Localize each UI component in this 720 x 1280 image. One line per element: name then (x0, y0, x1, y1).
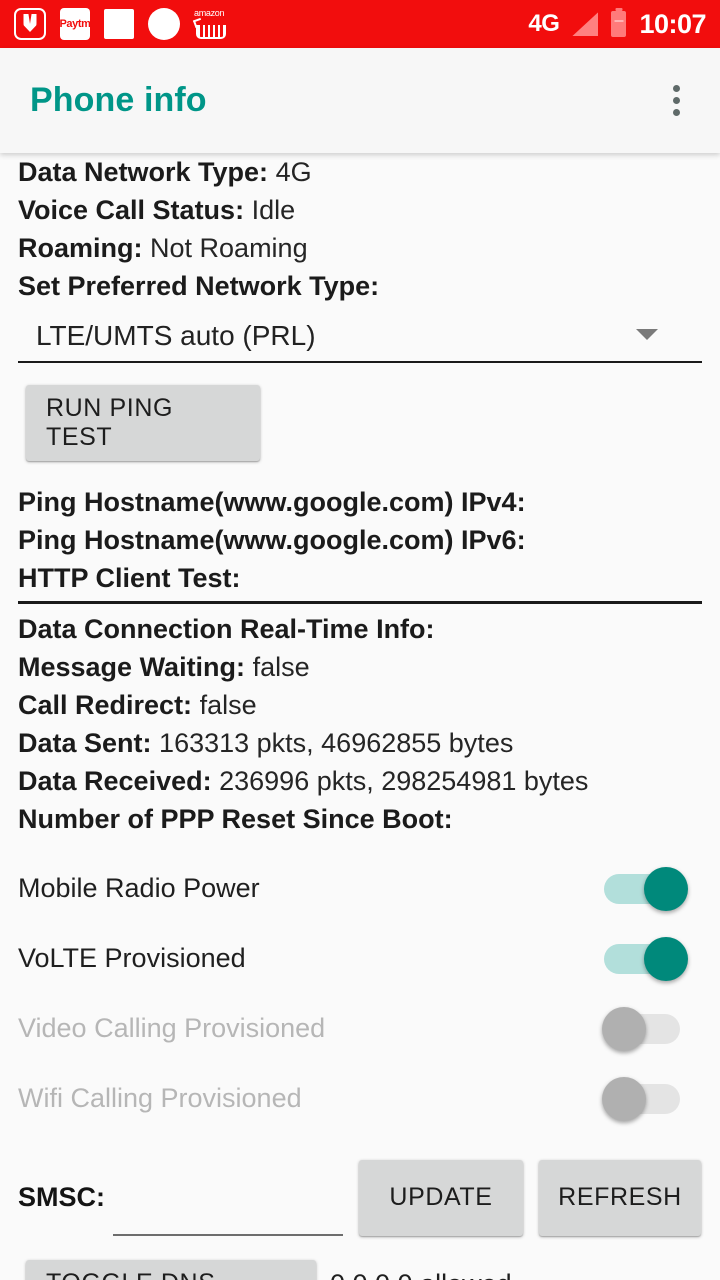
info-label: Ping Hostname(www.google.com) IPv6: (18, 525, 526, 555)
info-value: Not Roaming (150, 233, 308, 263)
info-label: Set Preferred Network Type: (18, 271, 380, 301)
run-ping-test-button[interactable]: RUN PING TEST (26, 385, 260, 461)
smsc-update-button[interactable]: UPDATE (359, 1159, 523, 1236)
info-label: Data Received: (18, 765, 212, 796)
wifi-calling-provisioned-toggle (602, 1076, 688, 1121)
switch-row-volte-provisioned[interactable]: VoLTE Provisioned (18, 924, 702, 994)
info-row-set-preferred-network-type: Set Preferred Network Type: (18, 267, 702, 305)
info-value: Idle (251, 195, 296, 225)
white-square-icon (104, 9, 134, 39)
overflow-dot (672, 109, 680, 116)
switch-label: VoLTE Provisioned (18, 943, 246, 973)
dns-check-row: TOGGLE DNS CHECK 0.0.0.0 allowed (26, 1259, 702, 1280)
status-bar: Paytm amazon 4G 10:07 (0, 0, 720, 48)
switch-label: Mobile Radio Power (18, 873, 260, 903)
info-label: Data Network Type: (18, 157, 269, 187)
switch-row-mobile-radio-power[interactable]: Mobile Radio Power (18, 854, 702, 924)
info-value: 236996 pkts, 298254981 bytes (219, 765, 589, 796)
switch-row-video-calling-provisioned: Video Calling Provisioned (18, 994, 702, 1064)
info-label: Number of PPP Reset Since Boot: (18, 803, 453, 834)
overflow-dot (672, 85, 680, 92)
app-bar: Phone info (0, 48, 720, 153)
info-value: 4G (275, 157, 312, 187)
data-connection-info-list: Data Connection Real-Time Info: Message … (18, 610, 702, 838)
preferred-network-type-dropdown[interactable]: LTE/UMTS auto (PRL) (18, 311, 702, 363)
smsc-input[interactable] (113, 1179, 343, 1236)
info-row-data-sent: Data Sent: 163313 pkts, 46962855 bytes (18, 724, 702, 762)
status-clock: 10:07 (639, 8, 706, 39)
app-logo-icon (14, 8, 46, 40)
info-label: Message Waiting: (18, 651, 246, 682)
page-title: Phone info (30, 81, 207, 119)
status-network-type: 4G (528, 10, 560, 37)
section-divider (18, 601, 702, 604)
chevron-down-icon (636, 329, 658, 340)
notification-icons: Paytm amazon (14, 7, 528, 41)
ping-results-list: Ping Hostname(www.google.com) IPv4: Ping… (18, 483, 702, 597)
switch-label: Wifi Calling Provisioned (18, 1083, 302, 1113)
data-connection-heading: Data Connection Real-Time Info: (18, 610, 702, 648)
battery-icon (611, 11, 627, 37)
toggle-thumb (602, 1006, 646, 1051)
smsc-row: SMSC: UPDATE REFRESH (18, 1159, 702, 1236)
info-label: Data Sent: (18, 727, 152, 758)
info-row-data-network-type: Data Network Type: 4G (18, 153, 702, 191)
info-label: Voice Call Status: (18, 195, 245, 225)
paytm-icon: Paytm (60, 8, 90, 40)
info-row-call-redirect: Call Redirect: false (18, 686, 702, 724)
dns-status-text: 0.0.0.0 allowed (330, 1269, 512, 1280)
white-circle-icon (148, 8, 180, 40)
info-label: Call Redirect: (18, 689, 193, 720)
info-label: Roaming: (18, 233, 143, 263)
info-row-ping-ipv4: Ping Hostname(www.google.com) IPv4: (18, 483, 702, 521)
paytm-icon-label: Paytm (60, 18, 90, 30)
smsc-label: SMSC: (18, 1182, 105, 1212)
status-bar-right: 4G 10:07 (528, 9, 706, 40)
info-row-http-client-test: HTTP Client Test: (18, 559, 702, 597)
info-row-ping-ipv6: Ping Hostname(www.google.com) IPv6: (18, 521, 702, 559)
overflow-dot (672, 97, 680, 104)
signal-bars-icon (572, 12, 599, 36)
info-label: Ping Hostname(www.google.com) IPv4: (18, 487, 526, 517)
switch-list: Mobile Radio Power VoLTE Provisioned Vid… (18, 854, 702, 1134)
amazon-cart-basket (196, 25, 226, 39)
volte-provisioned-toggle[interactable] (602, 936, 688, 981)
preferred-network-type-value: LTE/UMTS auto (PRL) (36, 320, 316, 351)
mobile-radio-power-toggle[interactable] (602, 866, 688, 911)
toggle-thumb (602, 1076, 646, 1121)
info-row-voice-call-status: Voice Call Status: Idle (18, 191, 702, 229)
info-label: HTTP Client Test: (18, 563, 241, 593)
video-calling-provisioned-toggle (602, 1006, 688, 1051)
switch-label: Video Calling Provisioned (18, 1013, 326, 1043)
switch-row-wifi-calling-provisioned: Wifi Calling Provisioned (18, 1064, 702, 1134)
network-info-list: Data Network Type: 4G Voice Call Status:… (18, 153, 702, 305)
info-value: false (199, 689, 257, 720)
amazon-icon: amazon (192, 7, 232, 41)
info-value: 163313 pkts, 46962855 bytes (159, 727, 514, 758)
phone-info-scroll-content[interactable]: Data Network Type: 4G Voice Call Status:… (0, 153, 720, 1280)
info-row-roaming: Roaming: Not Roaming (18, 229, 702, 267)
amazon-icon-label: amazon (194, 8, 225, 18)
info-label: Data Connection Real-Time Info: (18, 613, 435, 644)
toggle-dns-check-button[interactable]: TOGGLE DNS CHECK (26, 1259, 316, 1280)
toggle-thumb (644, 936, 688, 981)
overflow-menu-icon[interactable] (654, 75, 698, 127)
info-value: false (252, 651, 310, 682)
info-row-data-received: Data Received: 236996 pkts, 298254981 by… (18, 762, 702, 800)
smsc-refresh-button[interactable]: REFRESH (539, 1159, 701, 1236)
info-row-ppp-reset: Number of PPP Reset Since Boot: (18, 800, 702, 838)
info-row-message-waiting: Message Waiting: false (18, 648, 702, 686)
toggle-thumb (644, 866, 688, 911)
